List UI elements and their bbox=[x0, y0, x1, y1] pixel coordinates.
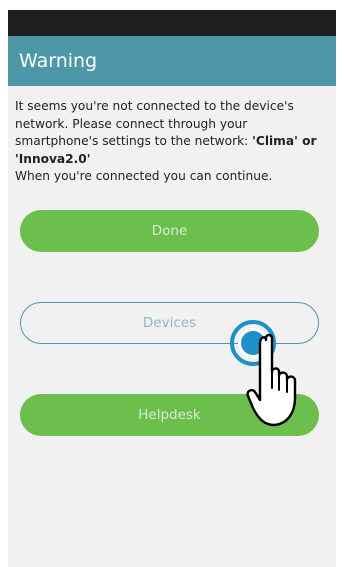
devices-button-label: Devices bbox=[142, 315, 197, 331]
done-button-label: Done bbox=[151, 223, 188, 239]
helpdesk-button[interactable]: Helpdesk bbox=[20, 394, 319, 436]
devices-button[interactable]: Devices bbox=[20, 302, 319, 344]
message-continue: When you're connected you can continue. bbox=[15, 169, 273, 183]
header-bar: Warning bbox=[8, 36, 336, 86]
app-screen: Warning bbox=[8, 10, 336, 567]
done-button[interactable]: Done bbox=[20, 210, 319, 252]
warning-message: It seems you're not connected to the dev… bbox=[15, 98, 320, 186]
helpdesk-button-label: Helpdesk bbox=[138, 407, 201, 423]
status-bar bbox=[8, 10, 336, 36]
page-title: Warning bbox=[19, 50, 98, 72]
